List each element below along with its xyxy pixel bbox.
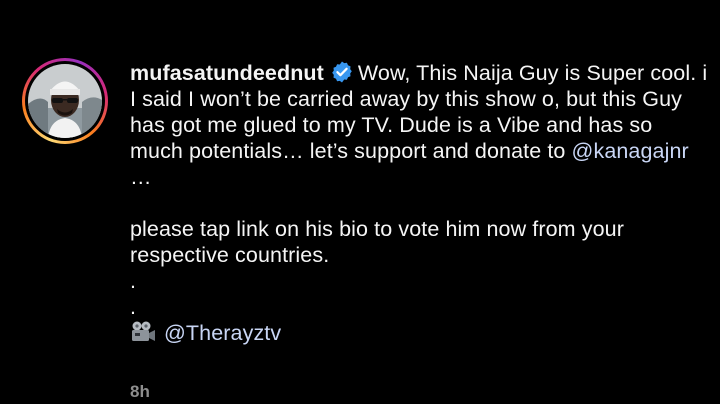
comment-text-part2: … [130,165,152,189]
movie-camera-icon [132,321,155,341]
timestamp: 8h [130,382,150,401]
verified-badge-icon [332,61,352,83]
comment-body: mufasatundeednut Wow, This Naija Guy is … [130,60,710,346]
comment-dot: . [130,295,137,319]
comment-meta: 8h [130,382,150,402]
credit-line: @Therayztv [130,320,710,346]
avatar-story-ring[interactable] [22,58,108,144]
username-link[interactable]: mufasatundeednut [130,61,324,85]
comment-dot: . [130,269,137,293]
mention-link[interactable]: @kanagajnr [572,139,689,163]
comment-paragraph: please tap link on his bio to vote him n… [130,217,624,267]
avatar[interactable] [28,64,102,138]
mention-link[interactable]: @Therayztv [164,321,281,345]
